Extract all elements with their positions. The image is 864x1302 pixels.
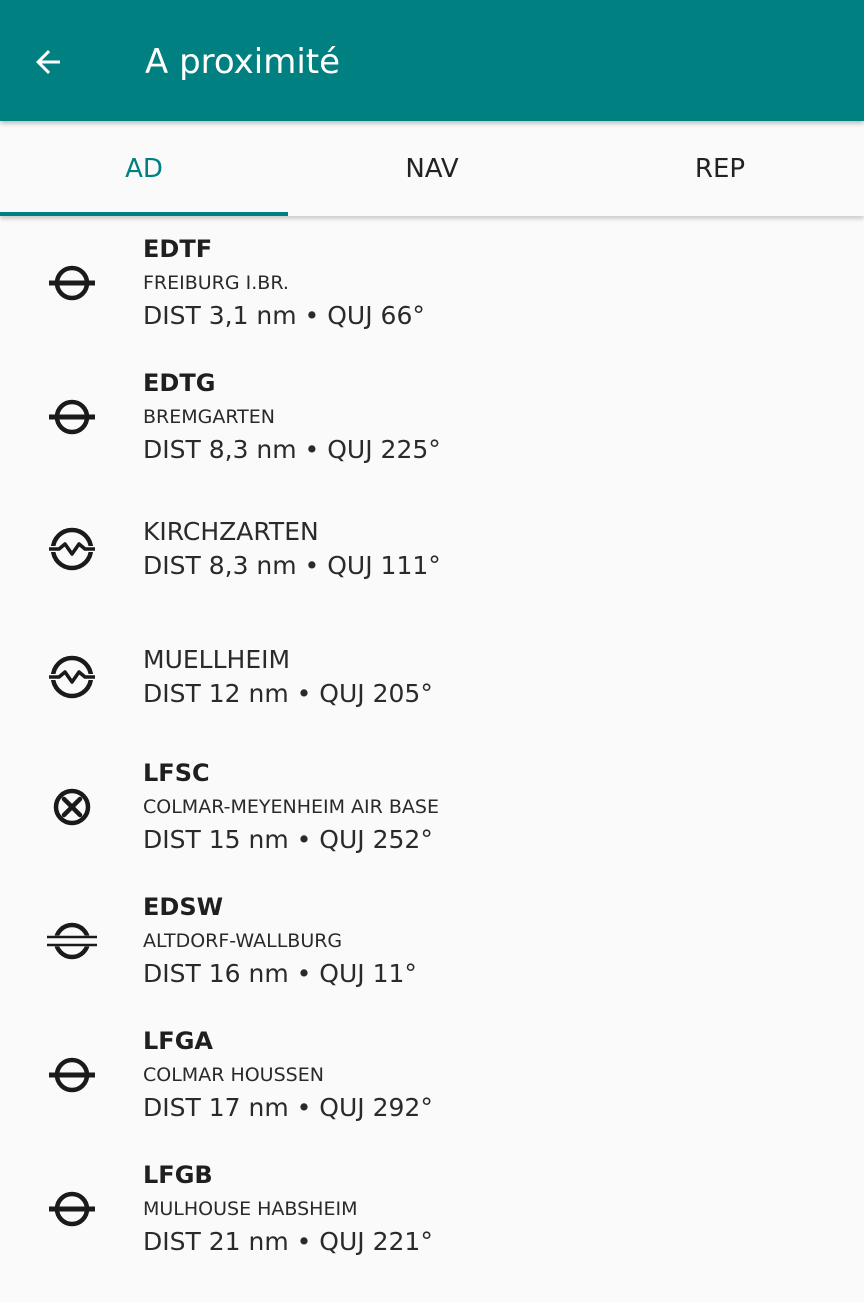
item-distance: DIST 21 nm • QUJ 221° (143, 1227, 433, 1256)
item-name: COLMAR-MEYENHEIM AIR BASE (143, 796, 439, 818)
tab-label: REP (694, 153, 746, 184)
list-item-text: EDTG BREMGARTEN DIST 8,3 nm • QUJ 225° (143, 368, 844, 466)
item-code: LFGA (143, 1027, 213, 1055)
aerodrome-icon (45, 1182, 99, 1236)
app-bar: A proximité (0, 0, 864, 121)
aerodrome-icon (45, 390, 99, 444)
glider-site-icon (45, 522, 99, 576)
list-item-lfga[interactable]: LFGA COLMAR HOUSSEN DIST 17 nm • QUJ 292… (0, 1026, 864, 1142)
item-name: MULHOUSE HABSHEIM (143, 1198, 358, 1220)
item-code: LFSC (143, 759, 210, 787)
list-item-edtf[interactable]: EDTF FREIBURG I.BR. DIST 3,1 nm • QUJ 66… (0, 234, 864, 350)
list-item-text: EDTF FREIBURG I.BR. DIST 3,1 nm • QUJ 66… (143, 234, 844, 332)
list-item-text: MUELLHEIM DIST 12 nm • QUJ 205° (143, 644, 844, 710)
tab-ad[interactable]: AD (0, 121, 288, 216)
tab-rep[interactable]: REP (576, 121, 864, 216)
list-item-edtg[interactable]: EDTG BREMGARTEN DIST 8,3 nm • QUJ 225° (0, 368, 864, 484)
military-aerodrome-icon (45, 780, 99, 834)
ultralight-aerodrome-icon (45, 914, 99, 968)
list-item-edsw[interactable]: EDSW ALTDORF-WALLBURG DIST 16 nm • QUJ 1… (0, 892, 864, 1008)
list-item-kirchzarten[interactable]: KIRCHZARTEN DIST 8,3 nm • QUJ 111° (0, 514, 864, 596)
item-name: KIRCHZARTEN (143, 517, 319, 546)
item-name: FREIBURG I.BR. (143, 272, 289, 294)
item-distance: DIST 15 nm • QUJ 252° (143, 825, 433, 854)
item-distance: DIST 12 nm • QUJ 205° (143, 679, 433, 708)
glider-site-icon (45, 650, 99, 704)
item-code: EDTG (143, 369, 216, 397)
list-item-text: LFGB MULHOUSE HABSHEIM DIST 21 nm • QUJ … (143, 1160, 844, 1258)
item-distance: DIST 17 nm • QUJ 292° (143, 1093, 433, 1122)
aerodrome-icon (45, 1048, 99, 1102)
list-item-lfgb[interactable]: LFGB MULHOUSE HABSHEIM DIST 21 nm • QUJ … (0, 1160, 864, 1276)
item-code: EDTF (143, 235, 213, 263)
item-name: ALTDORF-WALLBURG (143, 930, 343, 952)
arrow-left-icon (36, 50, 60, 74)
item-distance: DIST 3,1 nm • QUJ 66° (143, 301, 425, 330)
list-item-muellheim[interactable]: MUELLHEIM DIST 12 nm • QUJ 205° (0, 642, 864, 724)
list-item-lfsc[interactable]: LFSC COLMAR-MEYENHEIM AIR BASE DIST 15 n… (0, 758, 864, 874)
tab-nav[interactable]: NAV (288, 121, 576, 216)
tab-bar: AD NAV REP (0, 121, 864, 216)
item-name: COLMAR HOUSSEN (143, 1064, 324, 1086)
tab-label: NAV (405, 153, 459, 184)
list-item-text: KIRCHZARTEN DIST 8,3 nm • QUJ 111° (143, 516, 844, 582)
item-distance: DIST 8,3 nm • QUJ 225° (143, 435, 441, 464)
item-code: LFGB (143, 1161, 213, 1189)
list-item-text: LFGA COLMAR HOUSSEN DIST 17 nm • QUJ 292… (143, 1026, 844, 1124)
list-item-text: LFSC COLMAR-MEYENHEIM AIR BASE DIST 15 n… (143, 758, 844, 856)
item-name: MUELLHEIM (143, 645, 291, 674)
page-title: A proximité (145, 42, 341, 82)
aerodrome-icon (45, 256, 99, 310)
item-distance: DIST 16 nm • QUJ 11° (143, 959, 417, 988)
item-name: BREMGARTEN (143, 406, 275, 428)
list-item-text: EDSW ALTDORF-WALLBURG DIST 16 nm • QUJ 1… (143, 892, 844, 990)
tab-indicator (0, 212, 288, 216)
tab-label: AD (125, 153, 163, 184)
item-code: EDSW (143, 893, 224, 921)
item-distance: DIST 8,3 nm • QUJ 111° (143, 551, 441, 580)
back-button[interactable] (20, 34, 76, 90)
